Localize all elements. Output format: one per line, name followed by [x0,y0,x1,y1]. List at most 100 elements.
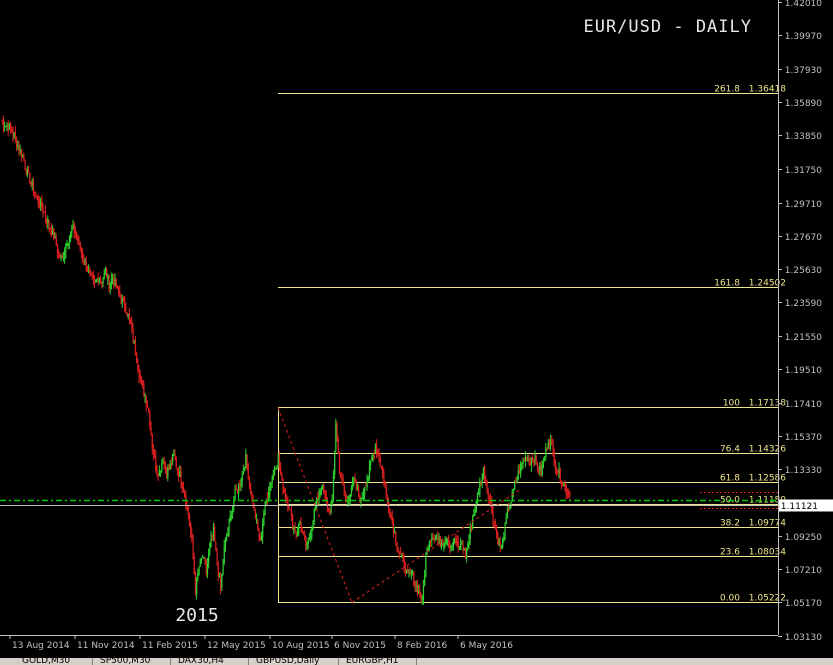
candle-body [162,462,164,464]
candle-body [13,133,15,138]
candle-body [298,523,300,534]
candle-body [278,457,281,467]
candle-body [521,462,523,465]
candle-body [385,488,387,495]
candle-body [380,467,383,469]
tab-eurgbp-h1[interactable]: EURGBP,H1 [342,658,417,665]
candle-body [562,483,564,486]
candle-body [407,571,409,573]
candle-body [344,493,347,498]
candle-body [487,491,489,499]
candle-body [238,484,240,494]
fib-level-ratio: 76.4 [720,445,740,455]
tab-dax30-h4[interactable]: DAX30,H4 [174,658,249,665]
candle-body [23,155,25,161]
candle-body [22,154,24,156]
candle-body [175,457,177,468]
candle-body [433,538,435,540]
candle-body [192,537,194,558]
tab-gold-m30[interactable]: GOLD,M30 [18,658,93,665]
candle-body [536,462,539,468]
candle-body [355,480,357,488]
candle-body [246,454,248,467]
candle-body [325,493,327,500]
candle-body [559,467,561,482]
candle-body [371,457,373,460]
tab-sp500-m30[interactable]: SP500,M30 [96,658,171,665]
year-label: 2015 [175,605,218,626]
candle-body [97,278,99,281]
candle-body [296,532,299,535]
candle-body [529,461,531,465]
candle-body [113,279,115,285]
candle-body [552,442,554,451]
price-tick-label: 1.19510 [785,366,822,376]
fib-level-ratio: 23.6 [720,548,740,558]
candle-body [382,467,384,475]
price-tick-label: 1.27670 [785,233,822,243]
candle-body [511,492,513,501]
candle-body [203,557,205,559]
candle-body [30,183,32,185]
candle-body [366,480,368,488]
candle-body [450,549,452,551]
candle-body [458,549,461,551]
price-tick-label: 1.09250 [785,533,822,543]
candle-body [493,523,495,525]
candle-body [229,515,231,521]
candle-body [445,539,447,544]
candle-body [222,562,224,575]
candle-body [440,543,443,548]
candle-body [389,509,391,518]
candle-body [127,314,129,316]
eurusd-daily-chart[interactable]: EUR/USD - DAILY 2015 261.8 1.36418 161.8 1.… [0,0,833,665]
candle-body [49,227,51,230]
candle-body [84,260,86,262]
candle-body [202,556,204,558]
candle-body [505,517,507,524]
candle-body [217,565,219,577]
candle-body [401,554,403,556]
price-tick-label: 1.17410 [785,400,822,410]
candle-body [378,452,380,459]
candle-body [118,288,120,294]
candle-body [25,169,27,175]
candle-body [211,536,213,538]
price-tick-label: 1.07210 [785,566,822,576]
tab-gbpusd-daily[interactable]: GBPUSD,Daily [252,658,339,665]
candle-body [565,484,567,494]
candle-body [28,170,30,173]
fib-level-price: 1.14326 [749,445,786,455]
candle-body [32,180,35,193]
candle-body [427,549,429,551]
candle-body [288,507,290,510]
candle-body [568,491,570,493]
candle-body [67,243,69,246]
candle-body [432,537,434,540]
candle-body [215,542,217,551]
candle-body [62,257,65,260]
candle-body [180,471,182,483]
candle-body [317,496,319,500]
fib-level-ratio: 38.2 [720,519,740,529]
candle-body [539,465,541,471]
candle-body [199,559,201,567]
candle-body [425,554,427,577]
candle-body [341,478,343,480]
candle-body [263,513,265,526]
candle-body [176,468,179,472]
candle-body [394,531,396,533]
candle-body [220,577,222,589]
candle-body [110,278,113,284]
candle-body [106,268,108,278]
candle-body [48,220,50,227]
candle-body [42,207,44,213]
candle-body [530,458,533,466]
candle-body [149,411,151,426]
candle-body [266,498,269,500]
candle-body [406,569,408,574]
candle-body [502,538,504,548]
candle-body [14,132,17,138]
candle-body [515,481,517,483]
candle-body [70,232,72,239]
